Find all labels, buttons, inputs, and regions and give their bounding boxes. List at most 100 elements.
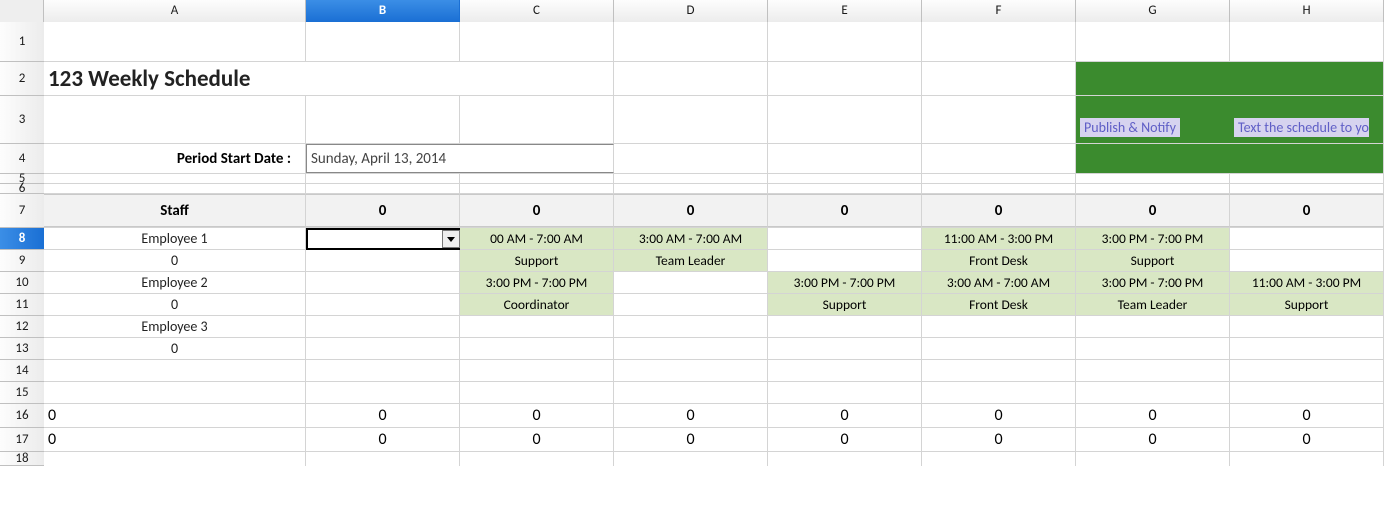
cell-D1[interactable] [614, 22, 768, 61]
emp2-shift-C-time[interactable]: 3:00 PM - 7:00 PM [460, 272, 614, 293]
emp2-shift-E-role[interactable]: Support [768, 294, 922, 315]
emp2-shift-D-time[interactable] [614, 272, 768, 293]
cell-H1[interactable] [1230, 22, 1384, 61]
header-col-F: 0 [922, 194, 1076, 227]
emp1-shift-F-time[interactable]: 11:00 AM - 3:00 PM [922, 228, 1076, 249]
cell-B8[interactable] [306, 228, 460, 249]
cell-dropdown-button[interactable] [442, 230, 460, 248]
employee1-name: Employee 1 [44, 228, 306, 249]
emp1-shift-C-role[interactable]: Support [460, 250, 614, 271]
cell-E1[interactable] [768, 22, 922, 61]
col-header-E[interactable]: E [768, 0, 922, 22]
cell-F3[interactable] [922, 96, 1076, 143]
cell-B9[interactable] [306, 250, 460, 271]
cell-B2[interactable] [306, 62, 460, 95]
col-header-H[interactable]: H [1230, 0, 1384, 22]
emp2-shift-G-role[interactable]: Team Leader [1076, 294, 1230, 315]
emp1-shift-F-role[interactable]: Front Desk [922, 250, 1076, 271]
cell-A3[interactable] [44, 96, 306, 143]
column-headers: A B C D E F G H [0, 0, 1384, 22]
row-header-18[interactable]: 18 [0, 452, 44, 466]
publish-notify-link[interactable]: Publish & Notify [1076, 96, 1230, 143]
select-all-corner[interactable] [0, 0, 44, 22]
banner-bot-G [1076, 144, 1230, 173]
text-schedule-link[interactable]: Text the schedule to yo [1230, 96, 1384, 143]
cell-B1[interactable] [306, 22, 460, 61]
row-header-2[interactable]: 2 [0, 62, 44, 96]
employee2-times-row: Employee 2 3:00 PM - 7:00 PM 3:00 PM - 7… [44, 272, 1384, 294]
emp1-shift-G-role[interactable]: Support [1076, 250, 1230, 271]
row-header-6[interactable]: 6 [0, 184, 44, 194]
emp1-shift-D-role[interactable]: Team Leader [614, 250, 768, 271]
emp2-shift-C-role[interactable]: Coordinator [460, 294, 614, 315]
total2-A: 0 [44, 428, 306, 451]
cell-D2[interactable] [614, 62, 768, 95]
emp2-shift-G-time[interactable]: 3:00 PM - 7:00 PM [1076, 272, 1230, 293]
row-1 [44, 22, 1384, 62]
row-header-13[interactable]: 13 [0, 338, 44, 360]
cell-C3[interactable] [460, 96, 614, 143]
row-header-12[interactable]: 12 [0, 316, 44, 338]
emp1-shift-D-time[interactable]: 3:00 AM - 7:00 AM [614, 228, 768, 249]
emp2-shift-D-role[interactable] [614, 294, 768, 315]
period-start-date-field[interactable]: Sunday, April 13, 2014 [306, 144, 614, 173]
row-header-10[interactable]: 10 [0, 272, 44, 294]
emp2-shift-B-role[interactable] [306, 294, 460, 315]
row-header-9[interactable]: 9 [0, 250, 44, 272]
col-header-G[interactable]: G [1076, 0, 1230, 22]
cell-D4[interactable] [614, 144, 768, 173]
row-header-3[interactable]: 3 [0, 96, 44, 144]
col-header-D[interactable]: D [614, 0, 768, 22]
total2-G: 0 [1076, 428, 1230, 451]
cell-A1[interactable] [44, 22, 306, 61]
banner-bot-H [1230, 144, 1384, 173]
row-header-14[interactable]: 14 [0, 360, 44, 382]
cell-D3[interactable] [614, 96, 768, 143]
cell-E2[interactable] [768, 62, 922, 95]
row-header-7[interactable]: 7 [0, 194, 44, 228]
emp1-shift-C-time[interactable]: 00 AM - 7:00 AM [460, 228, 614, 249]
header-col-E: 0 [768, 194, 922, 227]
cell-C1[interactable] [460, 22, 614, 61]
header-staff: Staff [44, 194, 306, 227]
col-header-F[interactable]: F [922, 0, 1076, 22]
emp1-shift-G-time[interactable]: 3:00 PM - 7:00 PM [1076, 228, 1230, 249]
emp2-shift-H-time[interactable]: 11:00 AM - 3:00 PM [1230, 272, 1384, 293]
total1-D: 0 [614, 404, 768, 427]
row-header-15[interactable]: 15 [0, 382, 44, 404]
emp1-shift-H-time[interactable] [1230, 228, 1384, 249]
col-header-C[interactable]: C [460, 0, 614, 22]
row-4: Period Start Date : Sunday, April 13, 20… [44, 144, 1384, 174]
cell-E3[interactable] [768, 96, 922, 143]
employee2-sub: 0 [44, 294, 306, 315]
col-header-B[interactable]: B [306, 0, 460, 22]
cell-F1[interactable] [922, 22, 1076, 61]
row-15 [44, 382, 1384, 404]
cell-C2[interactable] [460, 62, 614, 95]
emp1-shift-H-role[interactable] [1230, 250, 1384, 271]
emp2-shift-E-time[interactable]: 3:00 PM - 7:00 PM [768, 272, 922, 293]
cell-F4[interactable] [922, 144, 1076, 173]
row-header-16[interactable]: 16 [0, 404, 44, 428]
cell-G1[interactable] [1076, 22, 1230, 61]
emp2-shift-H-role[interactable]: Support [1230, 294, 1384, 315]
cell-F2[interactable] [922, 62, 1076, 95]
emp2-shift-F-time[interactable]: 3:00 AM - 7:00 AM [922, 272, 1076, 293]
emp1-shift-E-role[interactable] [768, 250, 922, 271]
emp2-shift-F-role[interactable]: Front Desk [922, 294, 1076, 315]
row-header-1[interactable]: 1 [0, 22, 44, 62]
employee3-times-row: Employee 3 [44, 316, 1384, 338]
row-header-17[interactable]: 17 [0, 428, 44, 452]
total2-B: 0 [306, 428, 460, 451]
emp1-shift-E-time[interactable] [768, 228, 922, 249]
col-header-A[interactable]: A [44, 0, 306, 22]
cell-B3[interactable] [306, 96, 460, 143]
row-header-4[interactable]: 4 [0, 144, 44, 174]
total2-D: 0 [614, 428, 768, 451]
cell-E4[interactable] [768, 144, 922, 173]
employee1-times-row: Employee 1 00 AM - 7:00 AM 3:00 AM - 7:0… [44, 228, 1384, 250]
row-header-8[interactable]: 8 [0, 228, 44, 250]
emp2-shift-B-time[interactable] [306, 272, 460, 293]
row-header-11[interactable]: 11 [0, 294, 44, 316]
schedule-title: 123 Weekly Schedule [44, 62, 306, 95]
